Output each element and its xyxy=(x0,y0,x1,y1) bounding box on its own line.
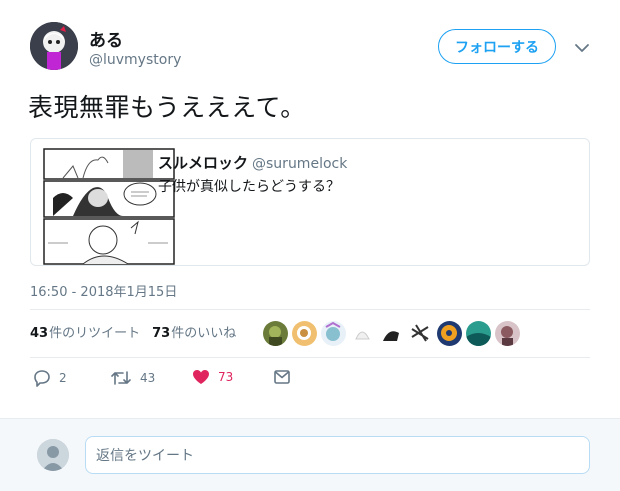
liker-avatars xyxy=(263,321,524,346)
quoted-tweet-image[interactable] xyxy=(43,148,176,265)
like-stat-count: 73 xyxy=(152,326,171,341)
like-stat[interactable]: 73件のいいね xyxy=(152,322,236,341)
tweet-actions: 2 43 73 xyxy=(30,369,590,393)
liker-avatar[interactable] xyxy=(408,321,433,346)
liker-avatar[interactable] xyxy=(437,321,462,346)
retweet-icon xyxy=(111,371,131,385)
liker-avatar[interactable] xyxy=(466,321,491,346)
heart-icon xyxy=(193,370,209,384)
retweet-stat-count: 43 xyxy=(30,326,49,341)
retweet-stat[interactable]: 43件のリツイート xyxy=(30,322,140,341)
liker-avatar[interactable] xyxy=(292,321,317,346)
liker-avatar[interactable] xyxy=(495,321,520,346)
author-avatar[interactable] xyxy=(30,22,78,70)
quoted-author-name[interactable]: スルメロック xyxy=(158,154,248,172)
divider xyxy=(30,357,590,358)
envelope-icon xyxy=(274,370,290,384)
tweet-timestamp[interactable]: 16:50 - 2018年1月15日 xyxy=(30,281,177,300)
liker-avatar[interactable] xyxy=(379,321,404,346)
tweet-text: 表現無罪もうえええて。 xyxy=(28,93,306,122)
quoted-tweet-text: 子供が真似したらどうする？ xyxy=(158,179,340,195)
tweet-card: ある @luvmystory フォローする 表現無罪もうえええて。 スルメロック… xyxy=(0,0,620,418)
quoted-tweet[interactable]: スルメロック @surumelock 子供が真似したらどうする？ xyxy=(30,138,590,266)
retweet-stat-label: 件のリツイート xyxy=(49,326,141,341)
reply-button[interactable]: 2 xyxy=(33,369,67,387)
like-stat-label: 件のいいね xyxy=(171,326,237,341)
liker-avatar[interactable] xyxy=(263,321,288,346)
quoted-author[interactable]: スルメロック @surumelock xyxy=(158,152,347,173)
reply-input[interactable]: 返信をツイート xyxy=(85,436,590,474)
follow-button[interactable]: フォローする xyxy=(438,29,556,64)
liker-avatar[interactable] xyxy=(350,321,375,346)
user-avatar xyxy=(37,439,69,471)
retweet-button[interactable]: 43 xyxy=(110,369,155,387)
direct-message-button[interactable] xyxy=(273,369,291,385)
reply-composer: 返信をツイート xyxy=(0,418,620,491)
reply-icon xyxy=(34,370,50,387)
retweet-count: 43 xyxy=(140,371,156,385)
author-handle[interactable]: @luvmystory xyxy=(89,52,181,68)
like-count: 73 xyxy=(218,370,234,384)
author-name[interactable]: ある xyxy=(89,26,123,51)
quoted-author-handle[interactable]: @surumelock xyxy=(252,156,347,172)
liker-avatar[interactable] xyxy=(321,321,346,346)
divider xyxy=(30,309,590,310)
tweet-stats: 43件のリツイート 73件のいいね xyxy=(30,322,248,341)
like-button[interactable]: 73 xyxy=(192,369,233,385)
reply-count: 2 xyxy=(59,371,67,385)
chevron-down-icon[interactable] xyxy=(574,40,590,54)
